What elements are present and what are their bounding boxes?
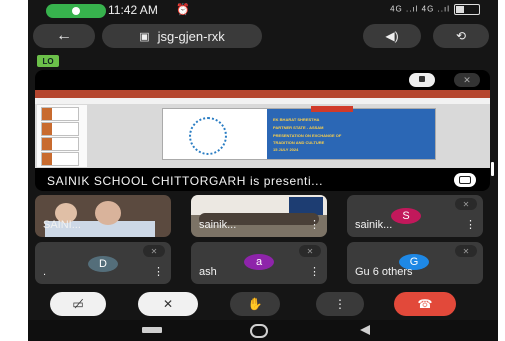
- call-controls: ▭̸ ✕ ✋ ⋮ ☎: [28, 290, 498, 320]
- camera-off-icon: ▭̸: [72, 297, 84, 311]
- presenter-caption: SAINIK SCHOOL CHITTORGARH is presenti...: [47, 174, 324, 188]
- mic-off-icon: ✕: [299, 245, 321, 257]
- avatar: S: [391, 208, 421, 224]
- participant-tile[interactable]: ✕ S sainik... ⋮: [347, 195, 483, 237]
- slide-line: EK BHARAT SHRESTHA: [273, 117, 320, 122]
- scrollbar[interactable]: [491, 162, 494, 176]
- back-button[interactable]: ←: [33, 24, 95, 48]
- current-slide: EK BHARAT SHRESTHA PARTNER STATE - ASSAM…: [162, 106, 436, 160]
- participant-more-button[interactable]: ⋮: [465, 218, 476, 231]
- alarm-icon: ⏰: [176, 4, 190, 16]
- participant-tile[interactable]: ✕ a ash ⋮: [191, 242, 327, 284]
- signal-text: 4G ..ıl 4G ..ıl: [390, 4, 450, 14]
- pin-button[interactable]: [409, 73, 435, 87]
- recents-button[interactable]: [142, 327, 162, 333]
- others-tile[interactable]: ✕ G Gu 6 others: [347, 242, 483, 284]
- live-badge: LO: [37, 55, 59, 67]
- switch-camera-button[interactable]: ⟲: [433, 24, 489, 48]
- meeting-info-button[interactable]: ▣ jsg-gjen-rxk: [102, 24, 262, 48]
- app-toolbar: [35, 98, 490, 104]
- system-back-button[interactable]: [360, 325, 370, 335]
- slide-thumbnail: [41, 122, 79, 136]
- mic-toggle-button[interactable]: ✕: [138, 292, 198, 316]
- status-time: 11:42 AM: [108, 3, 158, 17]
- battery-icon: [454, 4, 480, 15]
- top-bar: ← ▣ jsg-gjen-rxk ◀) ⟲: [28, 24, 498, 50]
- slide-line: PRESENTATION ON EXCHANGE OF: [273, 133, 342, 138]
- raise-hand-button[interactable]: ✋: [230, 292, 280, 316]
- more-options-button[interactable]: ⋮: [316, 292, 364, 316]
- call-dot: [72, 7, 80, 15]
- slide-thumbnail: [41, 137, 79, 151]
- participant-name: .: [43, 266, 47, 278]
- expand-button[interactable]: [454, 173, 476, 187]
- audio-output-button[interactable]: ◀): [363, 24, 421, 48]
- mic-off-icon: ✕: [455, 245, 477, 257]
- slide-line: 15 JULY 2024: [273, 147, 299, 152]
- video-person: [95, 201, 121, 225]
- expand-icon: [459, 176, 471, 184]
- ongoing-call-icon[interactable]: [46, 4, 106, 18]
- participant-more-button[interactable]: ⋮: [309, 218, 320, 231]
- calendar-icon: ▣: [139, 30, 150, 43]
- end-call-icon: ☎: [417, 297, 433, 311]
- arrow-left-icon: ←: [56, 27, 72, 44]
- signal-icons: 4G ..ıl 4G ..ıl: [390, 4, 480, 15]
- camera-toggle-button[interactable]: ▭̸: [50, 292, 106, 316]
- app-ribbon: [35, 90, 490, 98]
- participant-tile[interactable]: ✕ D . ⋮: [35, 242, 171, 284]
- participant-name: ash: [199, 266, 217, 278]
- slide-line: TRADITION AND CULTURE: [273, 140, 325, 145]
- pin-icon: [419, 76, 425, 82]
- participant-name: sainik...: [355, 219, 393, 231]
- participant-name: SAINI...: [43, 219, 81, 231]
- meet-screen: 11:42 AM ⏰ 4G ..ıl 4G ..ıl ← ▣ jsg-gjen-…: [28, 0, 498, 341]
- presenter-mic-off-icon: ✕: [454, 73, 480, 87]
- leave-call-button[interactable]: ☎: [394, 292, 456, 316]
- speaker-icon: ◀): [385, 29, 399, 43]
- switch-camera-icon: ⟲: [455, 29, 467, 43]
- system-nav-bar: [28, 320, 498, 341]
- avatar: a: [244, 254, 274, 270]
- mic-off-icon: ✕: [143, 245, 165, 257]
- participant-more-button[interactable]: ⋮: [153, 265, 164, 278]
- slide-line: PARTNER STATE - ASSAM: [273, 125, 324, 130]
- home-button[interactable]: [250, 324, 268, 338]
- mic-off-icon: ✕: [455, 198, 477, 210]
- status-bar: 11:42 AM ⏰ 4G ..ıl 4G ..ıl: [28, 0, 498, 22]
- avatar: D: [88, 256, 118, 272]
- participant-more-button[interactable]: ⋮: [309, 265, 320, 278]
- more-icon: ⋮: [334, 297, 346, 311]
- participant-tile[interactable]: SAINI...: [35, 195, 171, 237]
- presentation-tile[interactable]: ✕ EK BHARAT SHRESTHA PARTNER STATE - ASS…: [35, 70, 490, 191]
- emblem-logo: [189, 117, 227, 155]
- slide-thumbnails: [37, 105, 87, 167]
- slide-tag: [311, 106, 353, 112]
- participant-tile[interactable]: sainik... ⋮: [191, 195, 327, 237]
- mic-off-icon: ✕: [162, 297, 174, 311]
- raise-hand-icon: ✋: [247, 297, 263, 311]
- slide-thumbnail: [41, 107, 79, 121]
- shared-screen: EK BHARAT SHRESTHA PARTNER STATE - ASSAM…: [35, 90, 490, 168]
- participant-name: Gu 6 others: [355, 266, 413, 278]
- meeting-code: jsg-gjen-rxk: [157, 28, 225, 44]
- participant-name: sainik...: [199, 219, 237, 231]
- slide-thumbnail: [41, 152, 79, 166]
